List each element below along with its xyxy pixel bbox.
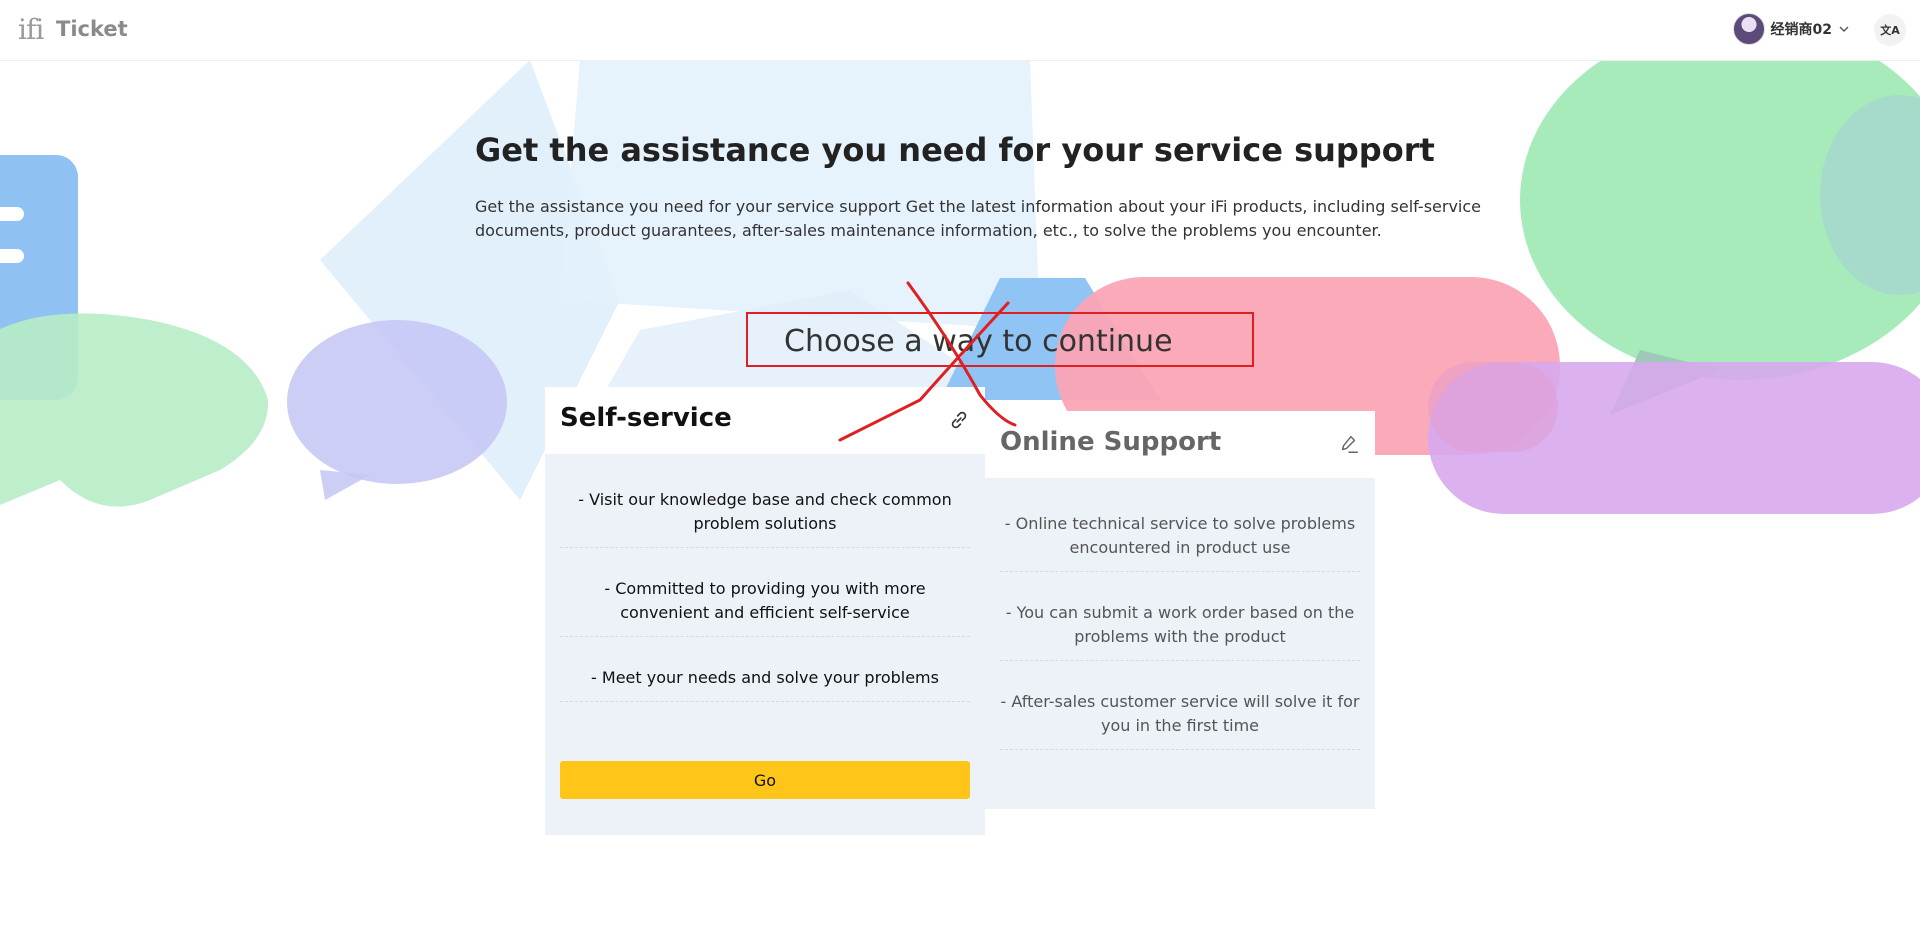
online-support-card-header: Online Support bbox=[985, 411, 1375, 478]
app-title[interactable]: Ticket bbox=[56, 17, 128, 41]
self-service-feature-2: - Committed to providing you with more c… bbox=[560, 577, 970, 637]
choose-prompt-box: Choose a way to continue bbox=[746, 312, 1254, 367]
choose-prompt: Choose a way to continue bbox=[784, 324, 1173, 359]
self-service-feature-1: - Visit our knowledge base and check com… bbox=[560, 488, 970, 548]
online-support-title: Online Support bbox=[1000, 427, 1222, 457]
self-service-card[interactable]: Self-service - Visit our knowledge base … bbox=[545, 387, 985, 835]
self-service-feature-3: - Meet your needs and solve your problem… bbox=[560, 666, 970, 702]
ifi-logo[interactable]: ifi bbox=[18, 13, 44, 46]
translate-icon: 文A bbox=[1880, 24, 1900, 37]
go-button[interactable]: Go bbox=[560, 761, 970, 799]
chevron-down-icon bbox=[1839, 26, 1849, 32]
user-name: 经销商02 bbox=[1770, 22, 1832, 38]
edit-icon bbox=[1341, 435, 1358, 453]
online-support-card[interactable]: Online Support - Online technical servic… bbox=[985, 411, 1375, 809]
top-header: ifi Ticket 经销商02 文A bbox=[0, 0, 1920, 61]
online-support-feature-3: - After-sales customer service will solv… bbox=[1000, 690, 1360, 750]
online-support-feature-1: - Online technical service to solve prob… bbox=[1000, 512, 1360, 572]
user-menu[interactable]: 经销商02 bbox=[1732, 13, 1850, 45]
language-switch-button[interactable]: 文A bbox=[1874, 14, 1906, 46]
self-service-card-header: Self-service bbox=[545, 387, 985, 454]
user-avatar bbox=[1732, 13, 1765, 45]
self-service-title: Self-service bbox=[560, 403, 732, 433]
link-icon bbox=[951, 411, 967, 429]
main-content: Get the assistance you need for your ser… bbox=[0, 0, 1920, 946]
page-description: Get the assistance you need for your ser… bbox=[475, 197, 1481, 240]
online-support-feature-2: - You can submit a work order based on t… bbox=[1000, 601, 1360, 661]
page-title: Get the assistance you need for your ser… bbox=[475, 131, 1435, 169]
